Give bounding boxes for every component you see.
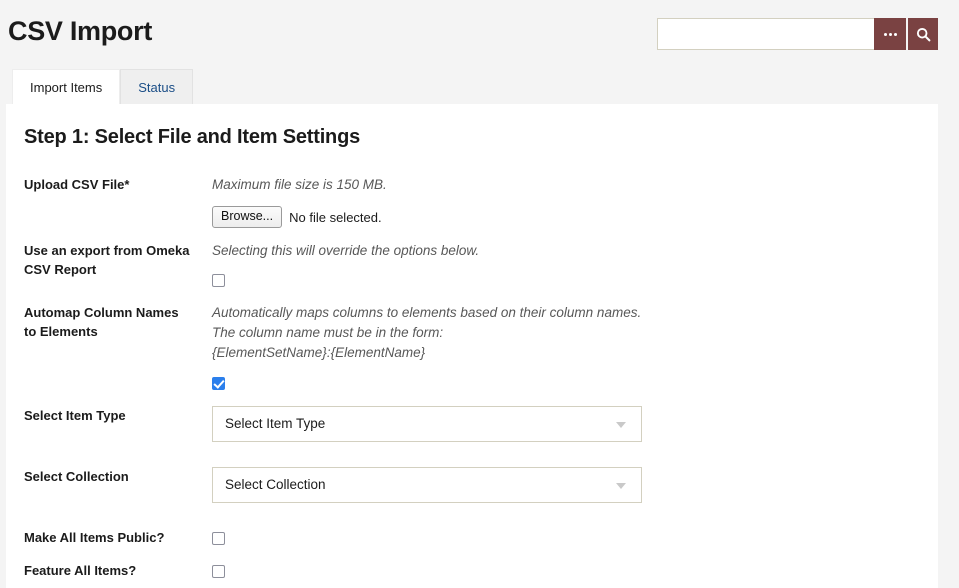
field-upload-csv-label: Upload CSV File* xyxy=(24,177,130,192)
browse-button[interactable]: Browse... xyxy=(212,206,283,229)
field-feature-all-label: Feature All Items? xyxy=(24,562,137,578)
search-icon xyxy=(916,27,930,41)
tab-status-label: Status xyxy=(138,79,176,95)
file-status-text: No file selected. xyxy=(289,209,382,225)
make-public-checkbox[interactable] xyxy=(212,531,225,545)
page-header: CSV Import xyxy=(0,0,959,68)
field-upload-csv: Upload CSV File* Maximum file size is 15… xyxy=(24,175,918,229)
tab-import-items[interactable]: Import Items xyxy=(12,69,121,104)
search-input[interactable] xyxy=(657,18,874,50)
field-feature-all: Feature All Items? xyxy=(24,561,918,581)
chevron-down-icon xyxy=(616,482,626,489)
field-automap-hint-line3: {ElementSetName}:{ElementName} xyxy=(212,345,426,361)
collection-select-value: Select Collection xyxy=(225,477,326,493)
automap-checkbox[interactable] xyxy=(212,376,225,390)
field-collection: Select Collection Select Collection xyxy=(24,466,918,503)
item-type-select-value: Select Item Type xyxy=(225,416,326,432)
step-heading: Step 1: Select File and Item Settings xyxy=(24,126,361,148)
field-upload-csv-hint: Maximum file size is 150 MB. xyxy=(212,177,387,192)
field-make-public: Make All Items Public? xyxy=(24,528,918,548)
tab-status[interactable]: Status xyxy=(120,69,194,104)
page-title: CSV Import xyxy=(8,16,153,46)
feature-all-checkbox[interactable] xyxy=(212,564,225,578)
field-omeka-export-hint: Selecting this will override the options… xyxy=(212,243,480,259)
ellipsis-icon xyxy=(883,32,897,36)
search-form xyxy=(657,18,938,50)
field-automap-label: Automap Column Names to Elements xyxy=(24,305,179,340)
file-picker: Browse... No file selected. xyxy=(212,206,918,229)
field-omeka-export: Use an export from Omeka CSV Report Sele… xyxy=(24,241,918,290)
tab-bar: Import Items Status xyxy=(12,69,194,104)
field-automap: Automap Column Names to Elements Automat… xyxy=(24,303,918,392)
omeka-export-checkbox[interactable] xyxy=(212,274,225,288)
collection-select[interactable]: Select Collection xyxy=(212,466,642,503)
field-collection-label: Select Collection xyxy=(24,468,129,484)
field-automap-hint-line2: The column name must be in the form: xyxy=(212,325,444,341)
field-automap-hint-line1: Automatically maps columns to elements b… xyxy=(212,305,642,321)
field-item-type: Select Item Type Select Item Type xyxy=(24,405,918,442)
field-make-public-label: Make All Items Public? xyxy=(24,529,165,545)
chevron-down-icon xyxy=(616,421,626,428)
advanced-search-button[interactable] xyxy=(874,18,906,50)
item-type-select[interactable]: Select Item Type xyxy=(212,405,642,442)
field-omeka-export-label: Use an export from Omeka CSV Report xyxy=(24,243,190,277)
tab-import-items-label: Import Items xyxy=(30,79,103,95)
field-item-type-label: Select Item Type xyxy=(24,407,126,423)
search-submit-button[interactable] xyxy=(906,18,938,50)
main-panel: Step 1: Select File and Item Settings Up… xyxy=(6,104,938,588)
